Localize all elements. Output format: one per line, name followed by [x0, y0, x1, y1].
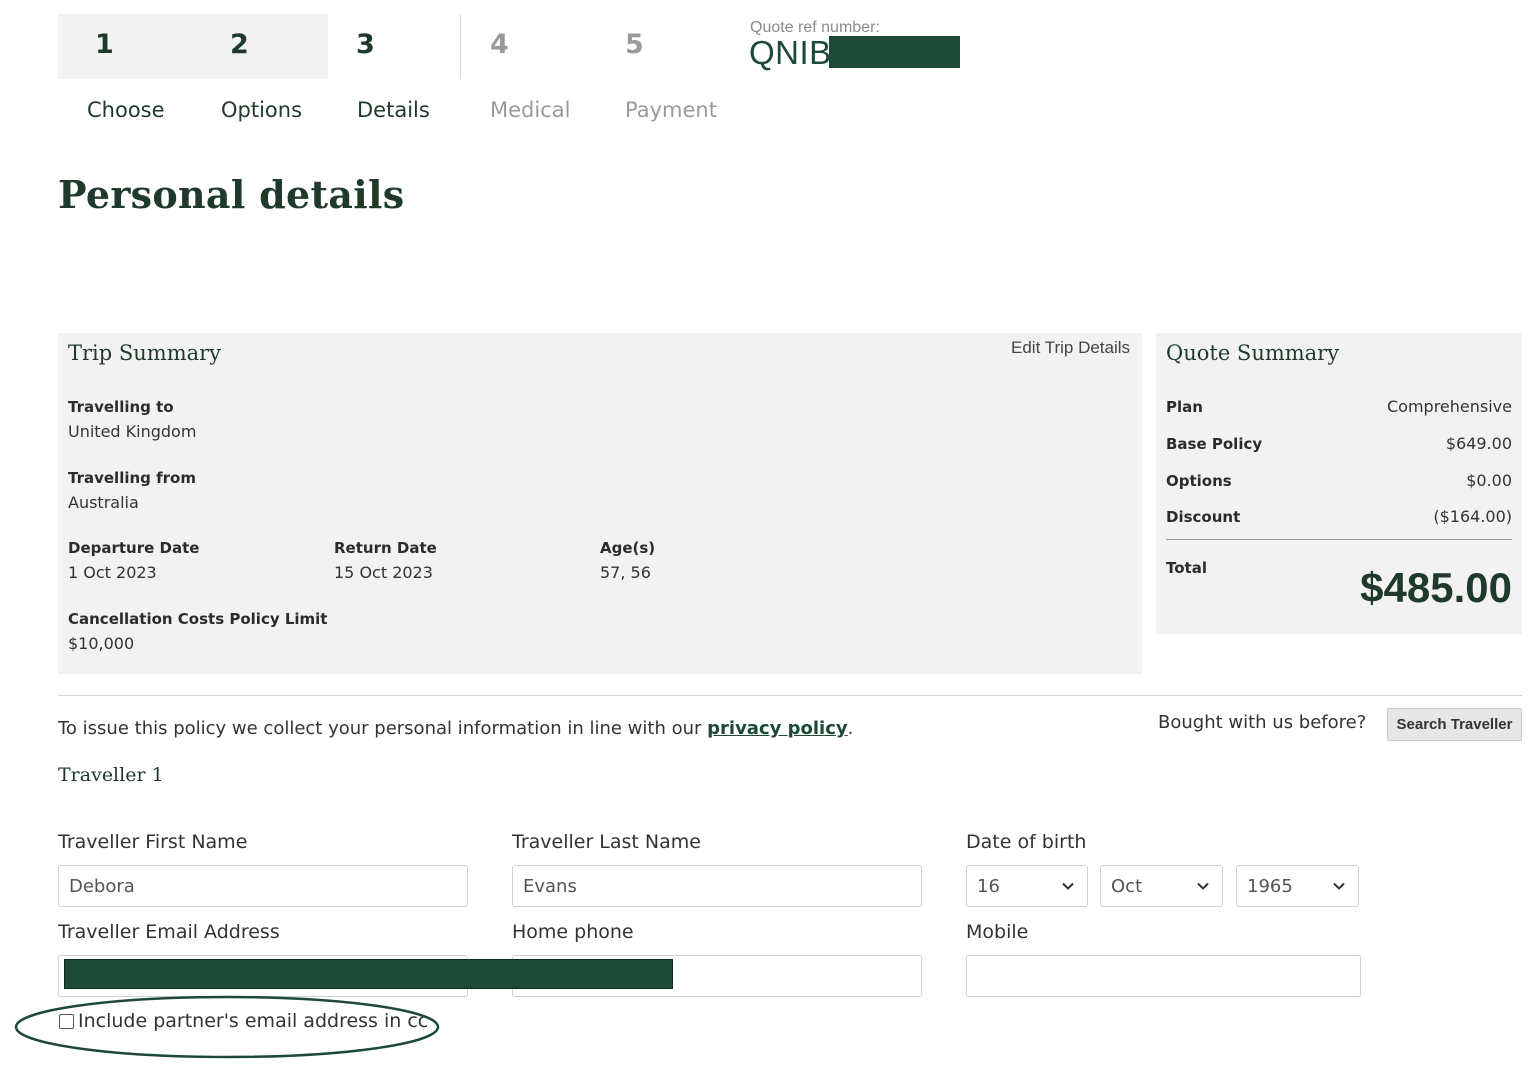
dob-month-value: Oct [1111, 875, 1143, 897]
quote-ref-redaction [829, 36, 960, 68]
travelling-from-label: Travelling from [68, 469, 196, 487]
stepper-divider [460, 14, 461, 79]
step-5-number: 5 [625, 29, 644, 60]
travelling-to-value: United Kingdom [68, 422, 197, 441]
section-divider [58, 695, 1522, 696]
total-label: Total [1166, 559, 1207, 577]
cc-partner-checkbox[interactable] [59, 1014, 74, 1029]
return-date-value: 15 Oct 2023 [334, 563, 433, 582]
dob-label: Date of birth [966, 831, 1087, 853]
departure-date-label: Departure Date [68, 539, 200, 557]
privacy-notice-suffix: . [847, 718, 854, 739]
edit-trip-details-link[interactable]: Edit Trip Details [1011, 338, 1130, 358]
mobile-label: Mobile [966, 921, 1029, 943]
cc-partner-label[interactable]: Include partner's email address in cc [78, 1010, 428, 1032]
quote-summary-title: Quote Summary [1166, 341, 1340, 365]
first-name-label: Traveller First Name [58, 831, 248, 853]
home-phone-label: Home phone [512, 921, 634, 943]
quote-summary-divider [1166, 539, 1512, 540]
dob-day-select[interactable]: 16 [966, 865, 1088, 907]
base-policy-value: $649.00 [1445, 434, 1512, 453]
dob-year-select[interactable]: 1965 [1236, 865, 1359, 907]
email-label: Traveller Email Address [58, 921, 280, 943]
privacy-notice: To issue this policy we collect your per… [58, 718, 853, 739]
step-1-number[interactable]: 1 [95, 29, 114, 60]
last-name-value: Evans [523, 875, 577, 897]
options-label: Options [1166, 472, 1232, 490]
chevron-down-icon [1062, 882, 1074, 890]
privacy-notice-text: To issue this policy we collect your per… [58, 718, 708, 739]
return-date-label: Return Date [334, 539, 437, 557]
discount-label: Discount [1166, 508, 1241, 526]
last-name-input[interactable]: Evans [512, 865, 922, 907]
first-name-input[interactable]: Debora [58, 865, 468, 907]
quote-ref-prefix: QNIB [749, 34, 832, 71]
trip-summary-title: Trip Summary [68, 341, 222, 365]
chevron-down-icon [1333, 882, 1345, 890]
email-redaction [64, 959, 673, 989]
base-policy-label: Base Policy [1166, 435, 1263, 453]
ages-value: 57, 56 [600, 563, 651, 582]
dob-year-value: 1965 [1247, 875, 1293, 897]
privacy-policy-link[interactable]: privacy policy [707, 718, 847, 739]
traveller-heading: Traveller 1 [58, 764, 164, 786]
step-2-label[interactable]: Options [221, 98, 302, 122]
departure-date-value: 1 Oct 2023 [68, 563, 157, 582]
plan-value: Comprehensive [1387, 397, 1512, 416]
dob-day-value: 16 [977, 875, 1000, 897]
total-value: $485.00 [1360, 564, 1512, 611]
step-3-number: 3 [356, 29, 375, 60]
plan-label: Plan [1166, 398, 1203, 416]
page-title: Personal details [58, 172, 405, 217]
search-traveller-button[interactable]: Search Traveller [1387, 708, 1522, 741]
dob-month-select[interactable]: Oct [1100, 865, 1223, 907]
discount-value: ($164.00) [1433, 507, 1512, 526]
step-5-label: Payment [625, 98, 717, 122]
ages-label: Age(s) [600, 539, 656, 557]
last-name-label: Traveller Last Name [512, 831, 701, 853]
chevron-down-icon [1197, 882, 1209, 890]
step-4-number: 4 [490, 29, 509, 60]
travelling-to-label: Travelling to [68, 398, 174, 416]
step-2-number[interactable]: 2 [230, 29, 249, 60]
bought-before-text: Bought with us before? [1158, 712, 1367, 733]
mobile-input[interactable] [966, 955, 1361, 997]
cancellation-limit-value: $10,000 [68, 634, 135, 653]
step-4-label: Medical [490, 98, 571, 122]
travelling-from-value: Australia [68, 493, 139, 512]
step-1-label[interactable]: Choose [87, 98, 165, 122]
options-value: $0.00 [1466, 471, 1512, 490]
first-name-value: Debora [69, 875, 135, 897]
step-3-label: Details [357, 98, 430, 122]
cancellation-limit-label: Cancellation Costs Policy Limit [68, 610, 328, 628]
